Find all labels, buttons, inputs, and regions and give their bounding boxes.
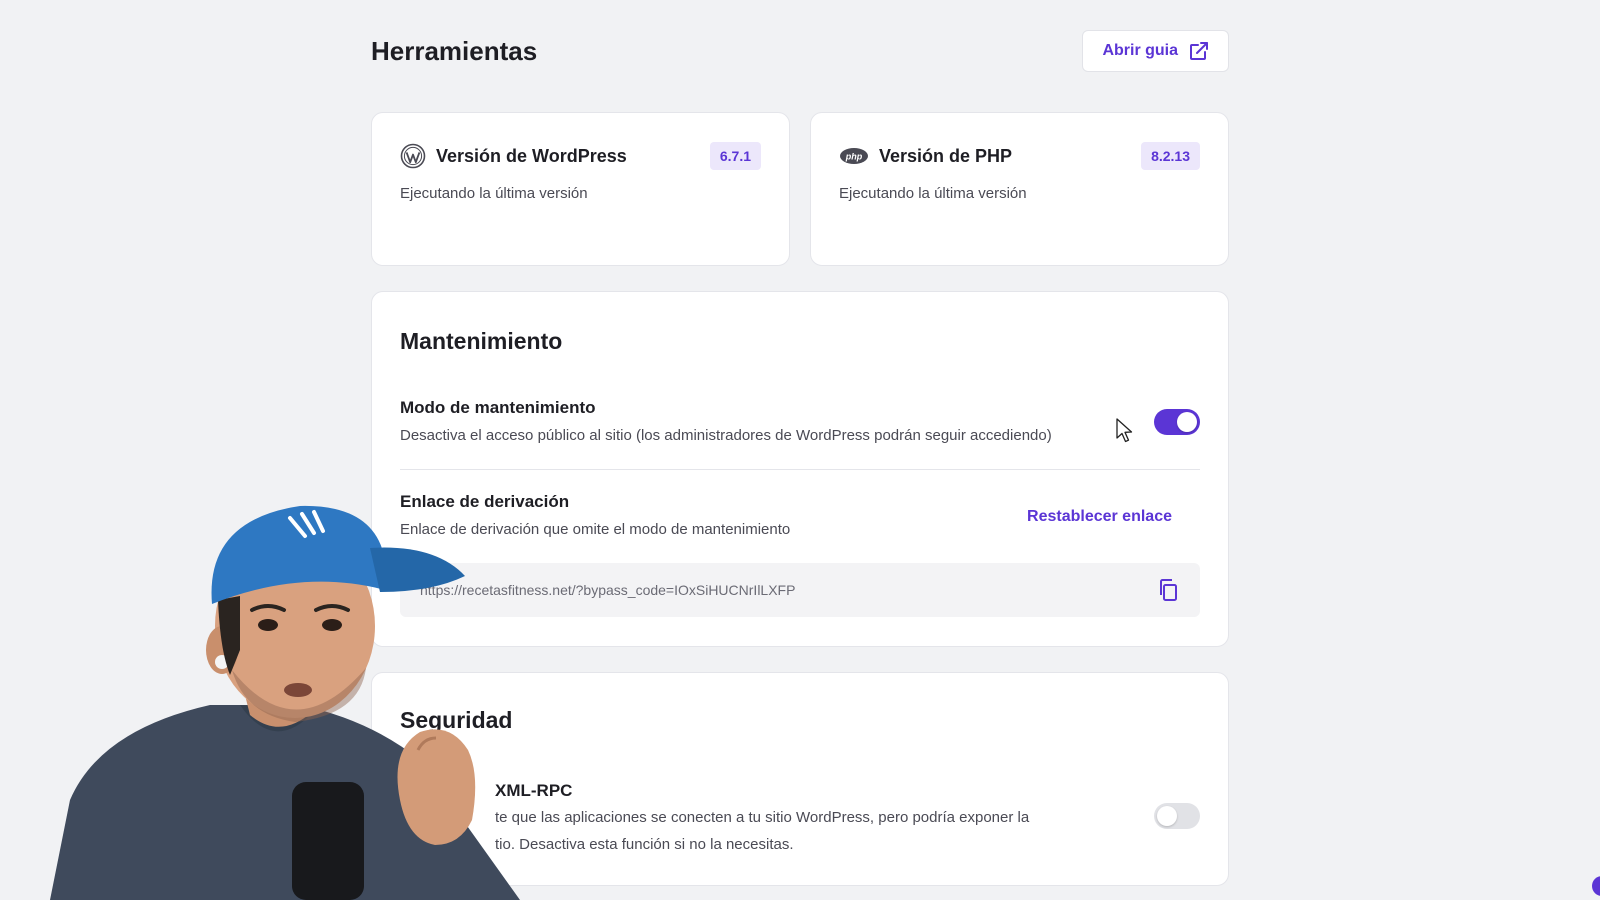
copy-icon[interactable] [1156, 578, 1180, 602]
php-logo-icon: php [840, 148, 868, 164]
wordpress-version-card: Versión de WordPress 6.7.1 Ejecutando la… [371, 112, 790, 266]
external-link-icon [1190, 42, 1208, 60]
mouse-pointer-icon [1116, 418, 1133, 443]
maintenance-mode-toggle[interactable] [1154, 409, 1200, 435]
xmlrpc-row: XML-RPC [495, 781, 1200, 801]
xmlrpc-description-line-2: tio. Desactiva esta función si no la nec… [495, 836, 794, 853]
xmlrpc-description: te que las aplicaciones se conecten a tu… [495, 809, 1200, 853]
maintenance-mode-row: Modo de mantenimiento Desactiva el acces… [400, 398, 1200, 444]
wordpress-version-title: Versión de WordPress [436, 145, 627, 166]
page-title: Herramientas [371, 35, 538, 66]
php-version-status: Ejecutando la última versión [839, 185, 1027, 202]
maintenance-mode-description: Desactiva el acceso público al sitio (lo… [400, 427, 1052, 444]
open-guide-button[interactable]: Abrir guia [1082, 30, 1229, 72]
tools-page: Herramientas Abrir guia Versión de WordP… [0, 0, 1600, 900]
php-version-title: Versión de PHP [879, 145, 1013, 166]
xmlrpc-description-line-1: te que las aplicaciones se conecten a tu… [495, 809, 1030, 826]
toggle-knob [1157, 806, 1177, 826]
maintenance-section-title: Mantenimiento [400, 328, 563, 354]
wordpress-logo-icon [400, 143, 426, 169]
guide-button-label: Abrir guia [1102, 42, 1178, 59]
svg-text:php: php [845, 152, 863, 162]
toggle-knob [1177, 412, 1197, 432]
chat-launcher-edge[interactable] [1592, 876, 1600, 896]
presenter-webcam-overlay [50, 505, 520, 900]
wordpress-version-status: Ejecutando la última versión [400, 185, 588, 202]
divider [400, 469, 1200, 470]
xmlrpc-title: XML-RPC [495, 781, 573, 800]
php-version-badge: 8.2.13 [1141, 142, 1200, 170]
php-version-card: php Versión de PHP 8.2.13 Ejecutando la … [810, 112, 1229, 266]
page-header: Herramientas Abrir guia [371, 28, 1229, 74]
wordpress-version-badge: 6.7.1 [709, 142, 761, 170]
xmlrpc-toggle[interactable] [1154, 803, 1200, 829]
reset-link-button[interactable]: Restablecer enlace [1027, 508, 1172, 526]
maintenance-mode-title: Modo de mantenimiento [400, 398, 596, 417]
